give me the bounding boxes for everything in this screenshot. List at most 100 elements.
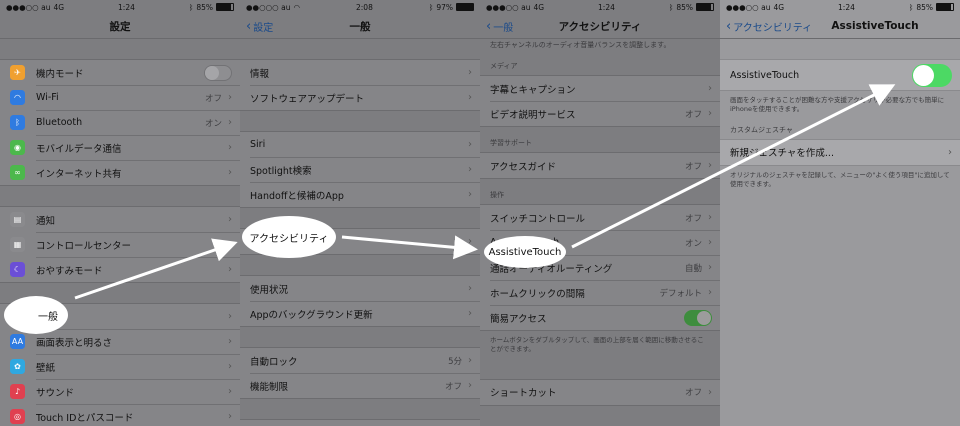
- back-label: 一般: [493, 22, 514, 34]
- chevron-right-icon: ›: [228, 142, 232, 153]
- battery-percent: 85%: [916, 2, 933, 12]
- list-item[interactable]: スイッチコントロール オフ ›: [480, 205, 720, 230]
- chevron-right-icon: ›: [468, 236, 472, 247]
- list-item[interactable]: ◠ Wi-Fi オフ ›: [0, 85, 240, 110]
- chevron-right-icon: ›: [468, 139, 472, 150]
- battery-fill: [457, 4, 473, 10]
- list-item[interactable]: アクセスガイド オフ ›: [480, 153, 720, 178]
- list-item[interactable]: ▤ 通知 ›: [0, 207, 240, 232]
- nav-bar: 設定: [0, 14, 240, 39]
- chevron-right-icon: ›: [948, 146, 952, 158]
- row-label: ソフトウェアアップデート: [250, 93, 365, 105]
- list-item[interactable]: 字幕とキャプション ›: [480, 76, 720, 101]
- back-button[interactable]: ‹ 一般: [486, 14, 513, 38]
- row-label: Touch IDとパスコード: [36, 412, 134, 424]
- row-label: Wi-Fi: [36, 92, 59, 103]
- list-item[interactable]: ホームクリックの間隔 デフォルト ›: [480, 280, 720, 305]
- hotspot-icon: ∞: [10, 165, 25, 180]
- list-item[interactable]: ♪ サウンド ›: [0, 379, 240, 404]
- callout-label: アクセシビリティ: [249, 233, 329, 245]
- settings-group: ▤ 通知 › ▦ コントロールセンター › ☾ おやすみモード ›: [0, 206, 240, 283]
- back-button[interactable]: ‹ 設定: [246, 14, 273, 38]
- status-bar: ●●●○○ au 4G 1:24 ᛒ 85%: [0, 0, 240, 14]
- back-button[interactable]: ‹ アクセシビリティ: [726, 14, 812, 38]
- list-item[interactable]: ᛒ Bluetooth オン ›: [0, 110, 240, 135]
- row-label: スイッチコントロール: [490, 213, 586, 225]
- chevron-right-icon: ›: [468, 92, 472, 103]
- chevron-right-icon: ›: [228, 117, 232, 128]
- list-item[interactable]: 自動ロック 5分 ›: [240, 348, 480, 373]
- list-item[interactable]: Appのバックグラウンド更新 ›: [240, 301, 480, 326]
- list-item[interactable]: 機能制限 オフ ›: [240, 373, 480, 398]
- list-item[interactable]: ◉ モバイルデータ通信 ›: [0, 135, 240, 160]
- list-item[interactable]: ∞ インターネット共有 ›: [0, 160, 240, 185]
- wifi-status-icon: ◠: [293, 2, 301, 12]
- chevron-left-icon: ‹: [726, 18, 732, 34]
- row-label: 新規ジェスチャを作成...: [730, 148, 834, 160]
- custom-gesture-footnote: オリジナルのジェスチャを記録して、メニューの"よく使う項目"に追加して使用できま…: [730, 170, 950, 189]
- chevron-right-icon: ›: [228, 167, 232, 178]
- bluetooth-status-icon: ᛒ: [188, 2, 194, 12]
- list-item[interactable]: 日付と時刻›: [240, 420, 480, 426]
- toggle-switch[interactable]: [684, 309, 712, 326]
- panel-assistivetouch: ●●●○○ au 4G 1:24 ᛒ 85% ‹ アクセシビリティ Assistive…: [720, 0, 960, 426]
- row-label: Appのバックグラウンド更新: [250, 309, 373, 321]
- list-item[interactable]: Spotlight検索 ›: [240, 157, 480, 182]
- list-item[interactable]: Siri ›: [240, 132, 480, 157]
- list-item[interactable]: ビデオ説明サービス オフ ›: [480, 101, 720, 126]
- settings-group: 字幕とキャプション › ビデオ説明サービス オフ ›: [480, 75, 720, 127]
- list-item[interactable]: ✿ 壁紙 ›: [0, 354, 240, 379]
- callout-general: 一般: [4, 296, 68, 334]
- chevron-right-icon: ›: [708, 108, 712, 119]
- moon-icon: ☾: [10, 262, 25, 277]
- settings-group: 自動ロック 5分 › 機能制限 オフ ›: [240, 347, 480, 399]
- list-item[interactable]: ▦ コントロールセンター ›: [0, 232, 240, 257]
- chevron-right-icon: ›: [228, 386, 232, 397]
- row-label: Bluetooth: [36, 117, 83, 128]
- notifications-icon: ▤: [10, 212, 25, 227]
- list-item[interactable]: 情報 ›: [240, 60, 480, 85]
- bluetooth-status-icon: ᛒ: [668, 2, 674, 12]
- assistivetouch-toggle[interactable]: [912, 63, 952, 87]
- list-item[interactable]: ☾ おやすみモード ›: [0, 257, 240, 282]
- row-label: 通知: [36, 215, 56, 227]
- chevron-right-icon: ›: [468, 67, 472, 78]
- list-item[interactable]: 簡易アクセス: [480, 305, 720, 330]
- row-value: オフ: [684, 388, 702, 399]
- list-item[interactable]: ショートカット オフ ›: [480, 380, 720, 405]
- row-label: サウンド: [36, 387, 75, 399]
- toggle-switch[interactable]: [204, 64, 232, 81]
- battery-icon: [695, 3, 714, 11]
- signal-indicator: ●●●○○ au: [726, 2, 771, 12]
- row-label: コントロールセンター: [36, 240, 132, 252]
- row-label: 情報: [250, 68, 270, 80]
- back-label: アクセシビリティ: [733, 22, 813, 34]
- battery-fill: [216, 4, 231, 10]
- clock: 1:24: [838, 2, 855, 12]
- list-item[interactable]: ◎ Touch IDとパスコード ›: [0, 404, 240, 426]
- section-header: メディア: [490, 62, 518, 70]
- list-item[interactable]: ソフトウェアアップデート ›: [240, 85, 480, 110]
- battery-percent: 85%: [676, 2, 693, 12]
- network-type: 4G: [773, 2, 785, 12]
- row-label: Spotlight検索: [250, 165, 312, 177]
- section-header: 学習サポート: [490, 139, 532, 147]
- list-item[interactable]: Handoffと候補のApp ›: [240, 182, 480, 207]
- status-bar: ●●●○○ au 4G 1:24 ᛒ 85%: [720, 0, 960, 14]
- panel-general: ●●○○○ au ◠ 2:08 ᛒ 97% ‹ 設定 一般 情報 › ソフトウェアアップデ…: [240, 0, 480, 426]
- chevron-right-icon: ›: [468, 308, 472, 319]
- row-value: オフ: [684, 161, 702, 172]
- list-item[interactable]: 使用状況 ›: [240, 276, 480, 301]
- panel-settings: ●●●○○ au 4G 1:24 ᛒ 85% 設定 ✈ 機内モード ◠ Wi-Fi オフ › ᛒ…: [0, 0, 240, 426]
- clock: 1:24: [598, 2, 615, 12]
- chevron-right-icon: ›: [708, 287, 712, 298]
- create-gesture-row[interactable]: 新規ジェスチャを作成... ›: [720, 140, 960, 165]
- settings-group: アクセスガイド オフ ›: [480, 152, 720, 179]
- row-label: モバイルデータ通信: [36, 143, 122, 155]
- nav-bar: ‹ 設定 一般: [240, 14, 480, 39]
- assistivetouch-row[interactable]: AssistiveTouch: [720, 60, 960, 90]
- sound-icon: ♪: [10, 384, 25, 399]
- row-label: 壁紙: [36, 362, 56, 374]
- list-item[interactable]: ✈ 機内モード: [0, 60, 240, 85]
